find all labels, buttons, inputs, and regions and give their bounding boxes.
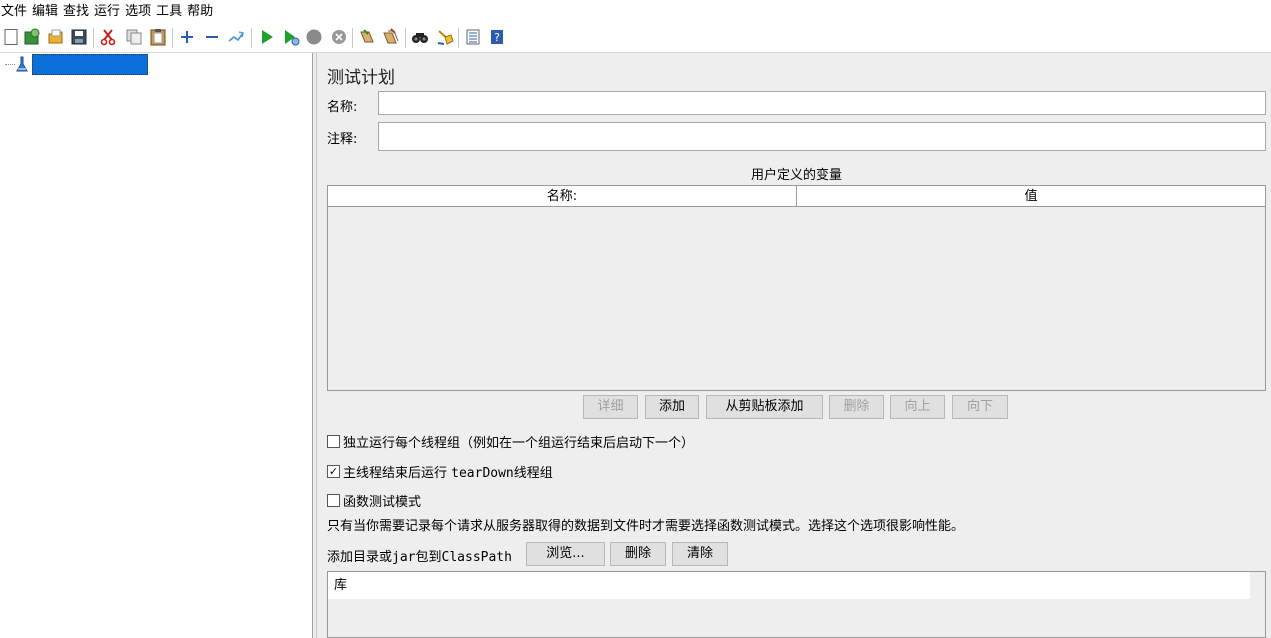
svg-text:?: ? bbox=[494, 31, 500, 44]
help-icon[interactable]: ? bbox=[488, 28, 506, 46]
menu-file[interactable]: 文件 bbox=[0, 0, 30, 24]
start-no-timers-icon[interactable] bbox=[282, 28, 300, 46]
menu-help[interactable]: 帮助 bbox=[185, 0, 216, 24]
expand-icon[interactable] bbox=[178, 28, 196, 46]
independent-thread-groups-option[interactable]: 独立运行每个线程组（例如在一个组运行结束后启动下一个） bbox=[327, 431, 694, 451]
menu-bar: 文件 编辑 查找 运行 选项 工具 帮助 bbox=[0, 0, 1271, 24]
clear-classpath-button[interactable]: 清除 bbox=[672, 542, 728, 566]
test-plan-tree bbox=[0, 53, 312, 638]
add-button[interactable]: 添加 bbox=[645, 395, 699, 419]
toolbar-separator bbox=[352, 28, 353, 48]
independent-thread-groups-checkbox[interactable] bbox=[327, 434, 340, 448]
toolbar-separator bbox=[93, 28, 94, 48]
paste-icon[interactable] bbox=[149, 28, 167, 46]
classpath-label: 添加目录或jar包到ClassPath bbox=[327, 550, 512, 565]
reset-search-icon[interactable] bbox=[436, 28, 454, 46]
functional-test-mode-label: 函数测试模式 bbox=[343, 494, 422, 510]
shutdown-icon[interactable] bbox=[330, 28, 348, 46]
menu-tools[interactable]: 工具 bbox=[154, 0, 185, 24]
save-icon[interactable] bbox=[70, 28, 88, 46]
clear-icon[interactable] bbox=[358, 28, 376, 46]
menu-edit[interactable]: 编辑 bbox=[30, 0, 61, 24]
collapse-icon[interactable] bbox=[203, 28, 221, 46]
functional-test-mode-option[interactable]: 函数测试模式 bbox=[327, 490, 421, 510]
move-up-button[interactable]: 向上 bbox=[890, 395, 945, 419]
teardown-checkbox[interactable]: ✓ bbox=[327, 464, 340, 478]
comment-field[interactable] bbox=[378, 122, 1266, 151]
open-icon[interactable] bbox=[47, 28, 65, 46]
tree-node-test-plan-selected[interactable] bbox=[32, 54, 148, 75]
page-title: 测试计划 bbox=[327, 68, 395, 88]
menu-run[interactable]: 运行 bbox=[92, 0, 123, 24]
column-header-value[interactable]: 值 bbox=[797, 186, 1265, 207]
clear-all-icon[interactable] bbox=[382, 28, 400, 46]
functional-test-mode-checkbox[interactable] bbox=[327, 493, 340, 507]
toolbar-separator bbox=[405, 28, 406, 48]
toggle-icon[interactable] bbox=[227, 28, 245, 46]
add-from-clipboard-button[interactable]: 从剪贴板添加 bbox=[706, 395, 823, 419]
name-field[interactable] bbox=[378, 91, 1266, 115]
menu-options[interactable]: 选项 bbox=[123, 0, 154, 24]
user-variables-table[interactable]: 名称: 值 bbox=[327, 185, 1266, 391]
tree-connector bbox=[5, 64, 15, 65]
test-plan-icon bbox=[15, 56, 29, 72]
classpath-library-list[interactable]: 库 bbox=[327, 571, 1266, 638]
user-variables-title: 用户定义的变量 bbox=[750, 168, 842, 183]
browse-button[interactable]: 浏览... bbox=[526, 542, 605, 566]
column-header-name[interactable]: 名称: bbox=[328, 186, 797, 207]
copy-icon[interactable] bbox=[125, 28, 143, 46]
delete-variable-button[interactable]: 删除 bbox=[829, 395, 884, 419]
toolbar-separator bbox=[251, 28, 252, 48]
stop-icon[interactable] bbox=[305, 28, 323, 46]
detail-button[interactable]: 详细 bbox=[583, 395, 638, 419]
new-icon[interactable] bbox=[2, 28, 20, 46]
move-down-button[interactable]: 向下 bbox=[952, 395, 1008, 419]
function-helper-icon[interactable] bbox=[464, 28, 482, 46]
delete-classpath-button[interactable]: 删除 bbox=[610, 542, 666, 566]
menu-search[interactable]: 查找 bbox=[61, 0, 92, 24]
functional-mode-note: 只有当你需要记录每个请求从服务器取得的数据到文件时才需要选择函数测试模式。选择这… bbox=[327, 519, 965, 534]
comment-label: 注释: bbox=[327, 132, 358, 147]
toolbar-separator bbox=[458, 28, 459, 48]
toolbar: ? bbox=[0, 24, 1271, 53]
library-column-header[interactable]: 库 bbox=[328, 572, 1250, 599]
toolbar-separator bbox=[172, 28, 173, 48]
teardown-label: 主线程结束后运行 tearDown线程组 bbox=[343, 465, 553, 481]
name-label: 名称: bbox=[327, 100, 358, 115]
start-icon[interactable] bbox=[258, 28, 276, 46]
cut-icon[interactable] bbox=[99, 28, 117, 46]
test-plan-panel: 测试计划 名称: 注释: 用户定义的变量 名称: 值 详细 添加 从剪贴板添加 … bbox=[317, 53, 1271, 638]
search-icon[interactable] bbox=[411, 28, 429, 46]
independent-thread-groups-label: 独立运行每个线程组（例如在一个组运行结束后启动下一个） bbox=[343, 435, 695, 451]
teardown-option[interactable]: ✓ 主线程结束后运行 tearDown线程组 bbox=[327, 461, 553, 481]
templates-icon[interactable] bbox=[23, 28, 41, 46]
